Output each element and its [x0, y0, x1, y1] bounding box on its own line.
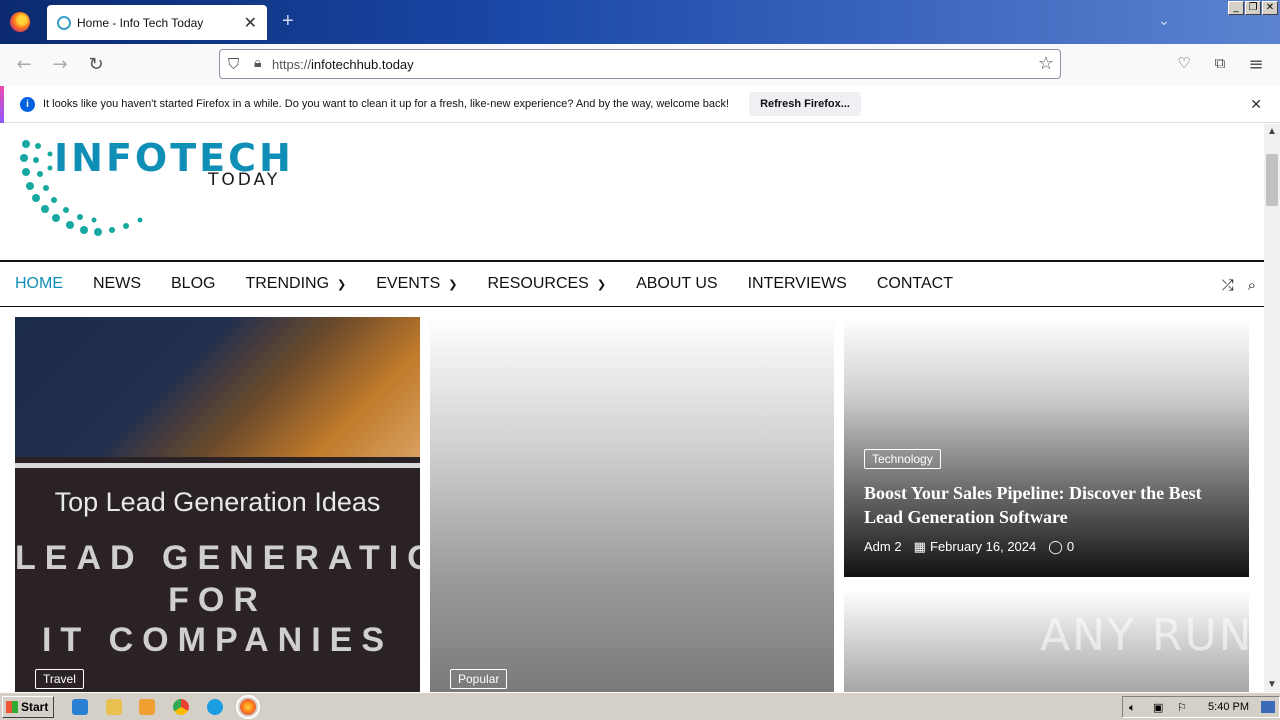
notification-bar: i It looks like you haven't started Fire…	[0, 86, 1280, 123]
web-page: INFOTECH TODAY HOME NEWS BLOG TRENDING ❯ …	[0, 124, 1264, 692]
logo-subtitle: TODAY	[208, 170, 281, 190]
explorer-folder-icon[interactable]	[106, 699, 122, 715]
post-title[interactable]: Boost Your Sales Pipeline: Discover the …	[864, 481, 1234, 529]
forward-arrow-icon[interactable]: →	[48, 54, 72, 75]
menu-item-home[interactable]: HOME	[15, 275, 63, 293]
category-tag[interactable]: Technology	[864, 449, 941, 469]
post-comments[interactable]: ◯ 0	[1048, 539, 1074, 555]
post-card-sales-pipeline[interactable]: Technology Boost Your Sales Pipeline: Di…	[844, 317, 1249, 577]
chevron-down-icon: ❯	[596, 277, 607, 291]
menu-item-resources[interactable]: RESOURCES ❯	[487, 275, 606, 293]
image-line-1: LEAD GENERATION	[15, 539, 420, 577]
image-heading: Top Lead Generation Ideas	[54, 487, 381, 517]
show-desktop-icon[interactable]	[1261, 701, 1275, 713]
scrollbar-thumb[interactable]	[1266, 154, 1278, 206]
back-arrow-icon[interactable]: ←	[12, 54, 36, 75]
scroll-up-icon[interactable]: ▲	[1267, 126, 1277, 137]
bookmark-star-icon[interactable]: ☆	[1038, 53, 1054, 74]
page-scrollbar[interactable]: ▲ ▼	[1264, 124, 1280, 692]
hamburger-menu-icon[interactable]: ≡	[1244, 54, 1268, 75]
refresh-firefox-button[interactable]: Refresh Firefox...	[749, 92, 861, 116]
minimize-window-button[interactable]: _	[1228, 1, 1244, 15]
restore-window-button[interactable]: ❐	[1245, 1, 1261, 15]
comment-icon: ◯	[1048, 540, 1067, 555]
extensions-icon[interactable]: ⧉	[1208, 54, 1232, 72]
windows-flag-icon	[6, 701, 18, 713]
menu-item-about-us[interactable]: ABOUT US	[636, 275, 718, 293]
calendar-icon: ▦	[913, 540, 930, 555]
scroll-down-icon[interactable]: ▼	[1267, 679, 1277, 690]
post-card-popular[interactable]: Popular	[430, 317, 834, 692]
menu-item-blog[interactable]: BLOG	[171, 275, 215, 293]
reload-icon[interactable]: ↻	[84, 54, 108, 75]
firefox-taskbar-icon[interactable]	[236, 695, 260, 719]
chrome-icon[interactable]	[173, 699, 189, 715]
menu-item-news[interactable]: NEWS	[93, 275, 141, 293]
anyrun-watermark: ANY RUN	[1040, 610, 1254, 661]
image-divider	[15, 463, 420, 468]
close-notification-icon[interactable]: ✕	[1250, 96, 1262, 113]
post-date: ▦ February 16, 2024	[913, 539, 1037, 555]
list-tabs-chevron-icon[interactable]: ⌄	[1158, 12, 1170, 29]
system-tray: 🔈︎ ▣ ⚐ 5:40 PM	[1122, 696, 1280, 718]
main-menu: HOME NEWS BLOG TRENDING ❯ EVENTS ❯ RESOURC…	[0, 260, 1264, 307]
pocket-icon[interactable]: ♡	[1172, 54, 1196, 72]
image-line-2: FOR	[168, 581, 267, 619]
menu-icons: ⤮ ⌕	[1222, 276, 1256, 294]
network-icon[interactable]: ▣	[1153, 701, 1163, 714]
chevron-down-icon: ❯	[448, 277, 458, 291]
edge-icon[interactable]	[207, 699, 223, 715]
volume-icon[interactable]: 🔈︎	[1129, 701, 1136, 715]
start-button[interactable]: Start	[2, 696, 54, 718]
post-card-lead-generation[interactable]: Top Lead Generation Ideas LEAD GENERATIO…	[15, 317, 420, 692]
url-bar[interactable]: ⛉ 🔒︎ https://infotechhub.today ☆	[219, 49, 1061, 79]
windows-taskbar: Start 🔈︎ ▣ ⚐ 5:40 PM	[0, 692, 1280, 720]
lock-icon[interactable]: 🔒︎	[254, 55, 261, 71]
taskbar-clock[interactable]: 5:40 PM	[1208, 701, 1249, 713]
search-icon[interactable]: ⌕	[1248, 276, 1256, 294]
url-text: https://infotechhub.today	[272, 56, 414, 72]
chevron-down-icon: ❯	[337, 277, 347, 291]
media-player-icon[interactable]	[139, 699, 155, 715]
category-tag[interactable]: Popular	[450, 669, 508, 689]
category-tag[interactable]: Travel	[35, 669, 84, 689]
notification-message: It looks like you haven't started Firefo…	[43, 98, 730, 110]
image-line-3: IT COMPANIES	[41, 621, 394, 659]
tab-title: Home - Info Tech Today	[77, 15, 204, 30]
action-center-flag-icon[interactable]: ⚐	[1177, 701, 1187, 714]
new-tab-icon[interactable]: +	[282, 10, 294, 33]
menu-item-trending[interactable]: TRENDING ❯	[245, 275, 346, 293]
browser-tab-active[interactable]: Home - Info Tech Today ✕	[47, 5, 267, 40]
notification-accent	[0, 86, 4, 123]
close-window-button[interactable]: ✕	[1262, 1, 1278, 15]
firefox-logo-icon[interactable]	[10, 12, 30, 32]
post-image-laptop	[15, 317, 420, 457]
menu-item-events[interactable]: EVENTS ❯	[376, 275, 457, 293]
shuffle-icon[interactable]: ⤮	[1222, 276, 1234, 294]
site-logo[interactable]: INFOTECH TODAY	[14, 124, 304, 242]
tracking-shield-icon[interactable]: ⛉	[228, 55, 239, 73]
menu-item-interviews[interactable]: INTERVIEWS	[748, 275, 847, 293]
close-tab-icon[interactable]: ✕	[244, 13, 257, 33]
site-favicon-icon	[57, 15, 71, 30]
post-author[interactable]: Adm 2	[864, 539, 902, 555]
info-icon: i	[20, 96, 35, 112]
post-meta: Adm 2 ▦ February 16, 2024 ◯ 0	[864, 539, 1074, 555]
menu-item-contact[interactable]: CONTACT	[877, 275, 953, 293]
ie-icon[interactable]	[72, 699, 88, 715]
